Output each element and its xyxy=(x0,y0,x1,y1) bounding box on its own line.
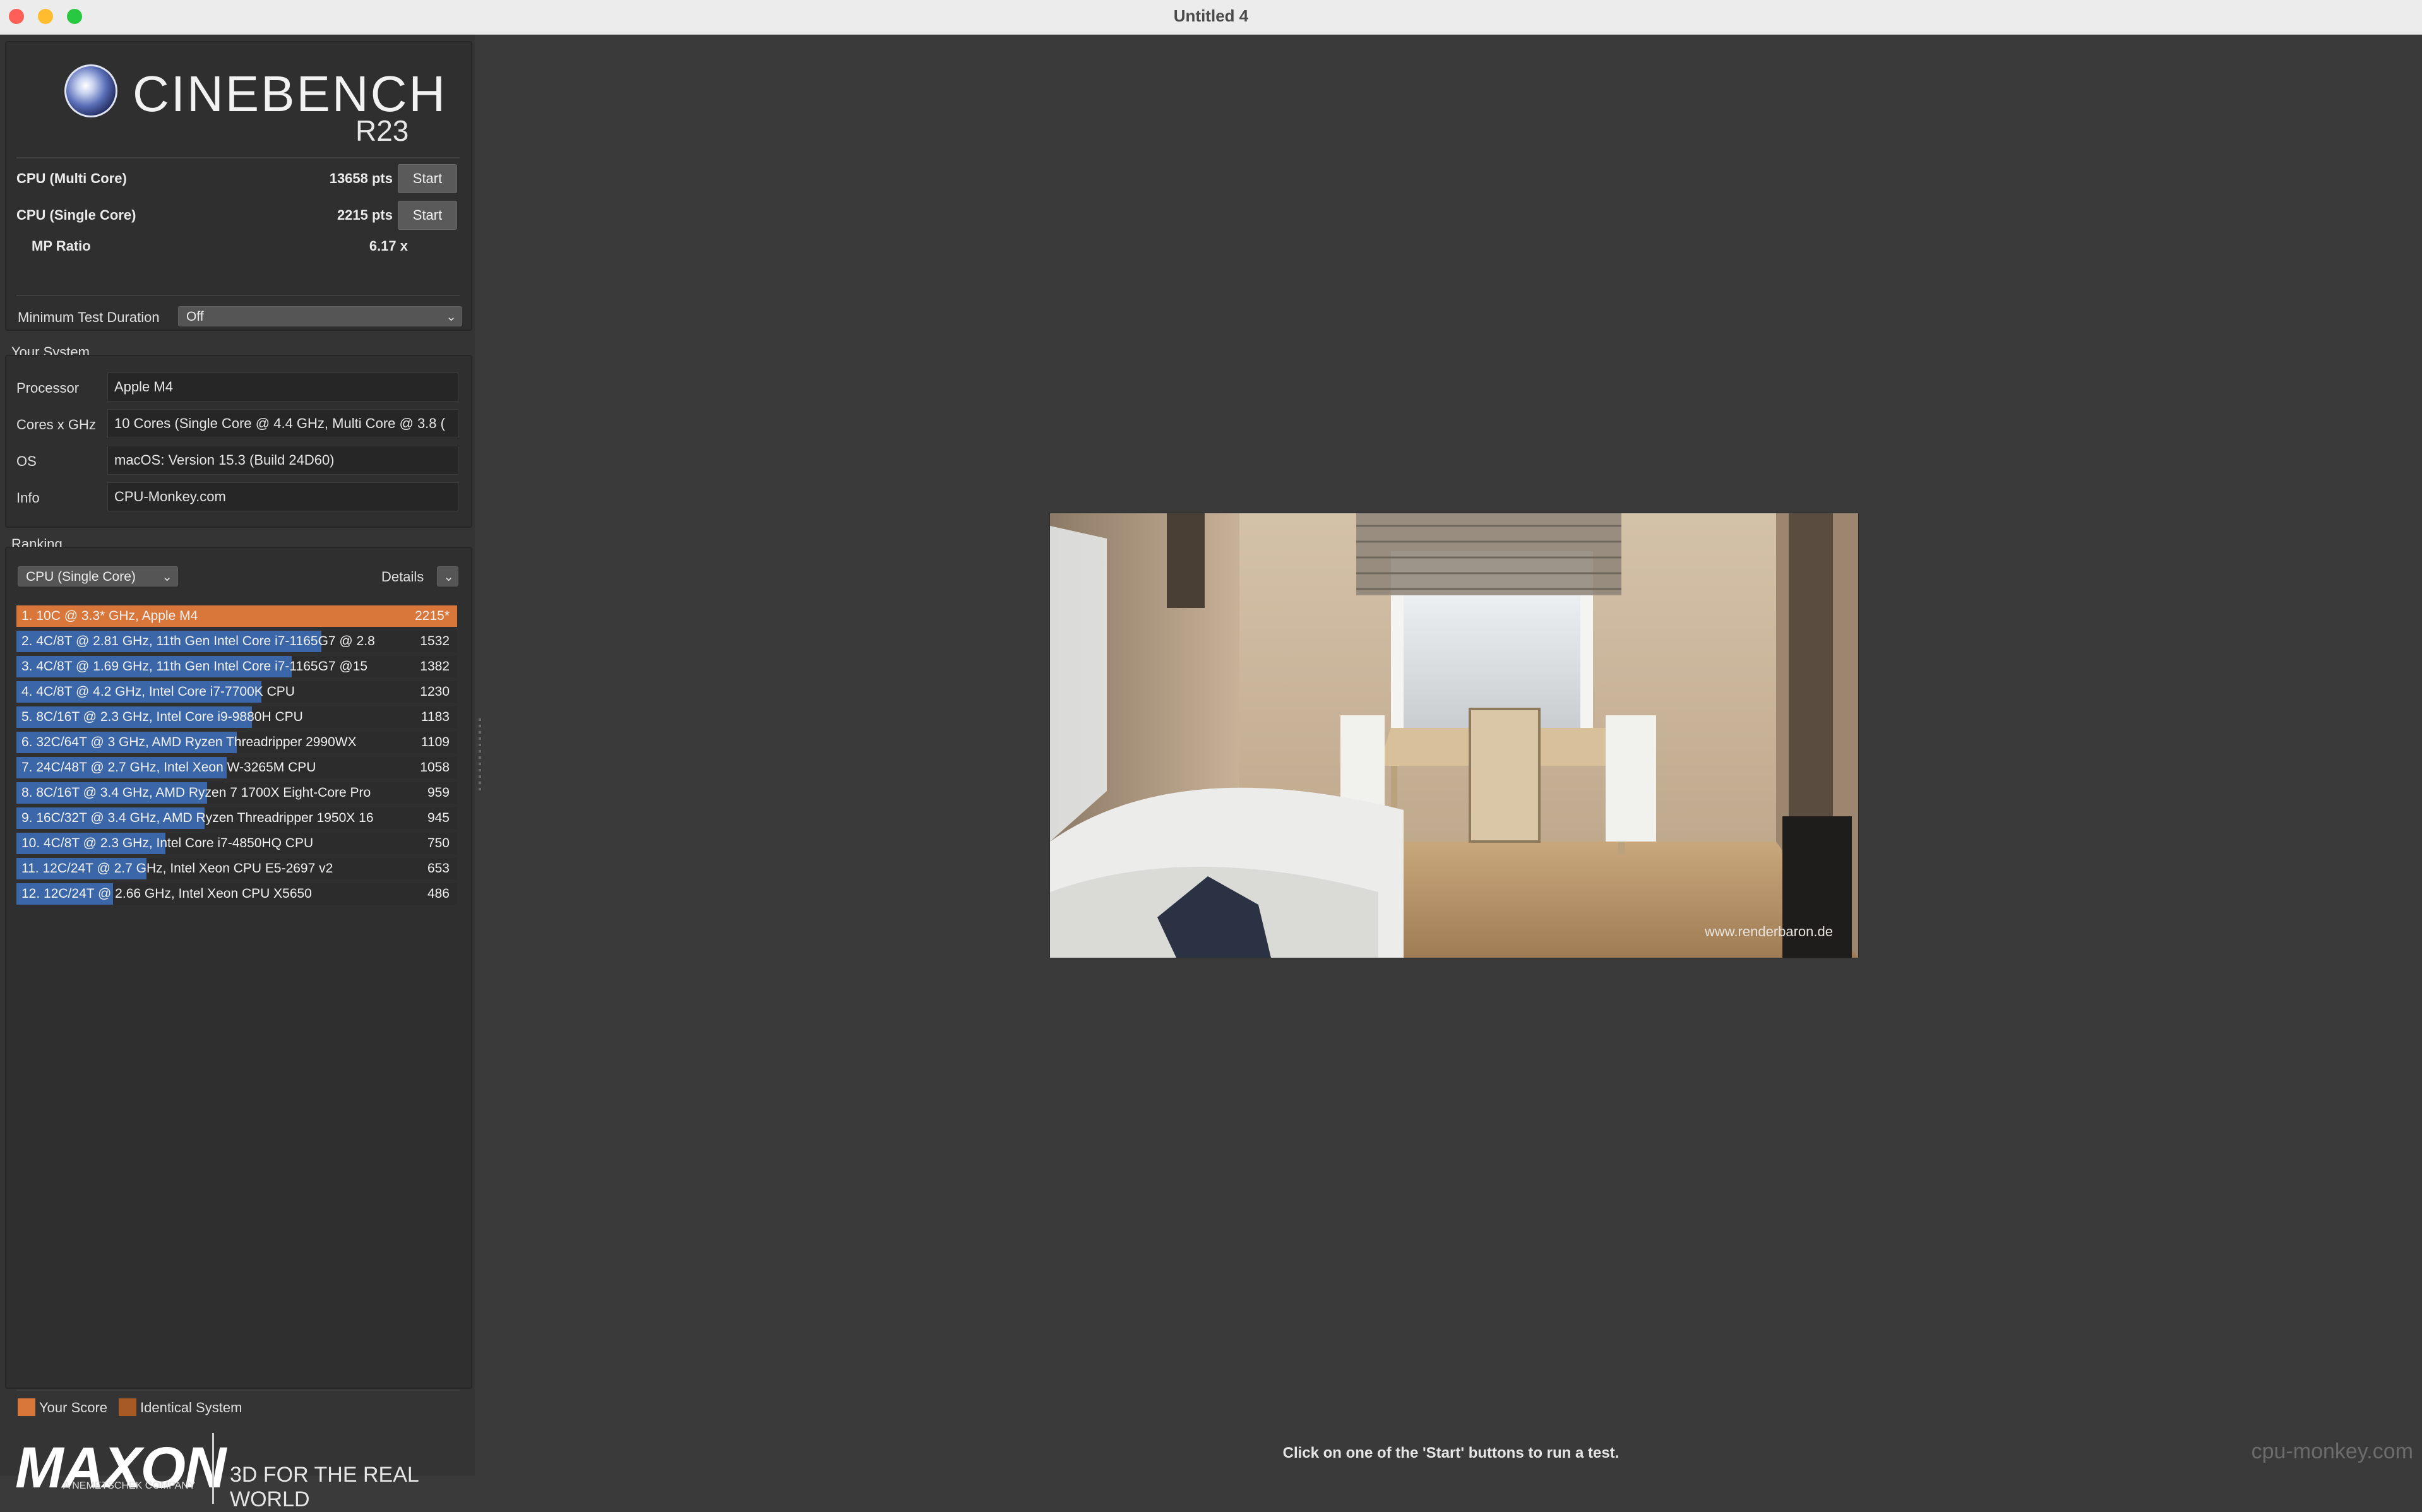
system-field-label: Cores x GHz xyxy=(16,417,96,432)
ranking-row-score: 653 xyxy=(427,861,450,876)
identical-system-legend: Identical System xyxy=(140,1400,242,1415)
ranking-type-value: CPU (Single Core) xyxy=(26,569,136,584)
system-field-label: OS xyxy=(16,453,37,469)
ranking-row-score: 1109 xyxy=(421,735,450,749)
ranking-row-label: 7. 24C/48T @ 2.7 GHz, Intel Xeon W-3265M… xyxy=(21,760,316,775)
maxon-tagline: 3D FOR THE REAL WORLD xyxy=(230,1463,419,1511)
title-bar: Untitled 4 xyxy=(0,0,2422,35)
status-message: Click on one of the 'Start' buttons to r… xyxy=(1282,1444,1620,1461)
identical-system-swatch xyxy=(119,1398,136,1416)
mp-ratio-value: 6.17 x xyxy=(369,238,408,254)
ranking-row-label: 6. 32C/64T @ 3 GHz, AMD Ryzen Threadripp… xyxy=(21,735,357,749)
benchmark-panel: CINEBENCH R23 CPU (Multi Core) 13658 pts… xyxy=(5,41,472,331)
min-duration-value: Off xyxy=(186,309,204,324)
ranking-row[interactable]: 1. 10C @ 3.3* GHz, Apple M4 2215* xyxy=(16,605,457,627)
single-core-start-button[interactable]: Start xyxy=(398,201,457,230)
single-core-score: 2215 pts xyxy=(337,207,393,223)
ranking-type-select[interactable]: CPU (Single Core) ⌄ xyxy=(18,566,178,586)
ranking-row[interactable]: 6. 32C/64T @ 3 GHz, AMD Ryzen Threadripp… xyxy=(16,732,457,753)
ranking-row-label: 12. 12C/24T @ 2.66 GHz, Intel Xeon CPU X… xyxy=(21,886,312,901)
render-watermark: www.renderbaron.de xyxy=(1704,924,1833,939)
chevron-down-icon: ⌄ xyxy=(446,310,456,324)
ranking-row-score: 750 xyxy=(427,836,450,850)
mp-ratio-label: MP Ratio xyxy=(32,238,91,254)
ranking-row-score: 1382 xyxy=(420,659,450,674)
processor-field[interactable]: Apple M4 xyxy=(107,372,458,402)
your-score-swatch xyxy=(18,1398,35,1416)
system-field-label: Processor xyxy=(16,380,80,396)
ranking-row-label: 1. 10C @ 3.3* GHz, Apple M4 xyxy=(21,609,198,623)
os-field[interactable]: macOS: Version 15.3 (Build 24D60) xyxy=(107,446,458,475)
cores-field[interactable]: 10 Cores (Single Core @ 4.4 GHz, Multi C… xyxy=(107,409,458,438)
app-version: R23 xyxy=(355,114,409,147)
ranking-row[interactable]: 4. 4C/8T @ 4.2 GHz, Intel Core i7-7700K … xyxy=(16,681,457,703)
ranking-row-label: 2. 4C/8T @ 2.81 GHz, 11th Gen Intel Core… xyxy=(21,634,375,648)
multi-core-label: CPU (Multi Core) xyxy=(16,170,127,186)
ranking-row[interactable]: 2. 4C/8T @ 2.81 GHz, 11th Gen Intel Core… xyxy=(16,631,457,652)
divider xyxy=(16,1390,460,1391)
divider xyxy=(16,295,460,296)
your-score-legend: Your Score xyxy=(39,1400,108,1415)
left-sidebar: CINEBENCH R23 CPU (Multi Core) 13658 pts… xyxy=(0,35,475,1511)
min-duration-select[interactable]: Off ⌄ xyxy=(178,306,462,326)
ranking-row-score: 1058 xyxy=(420,760,450,775)
chevron-down-icon: ⌄ xyxy=(162,570,172,584)
ranking-row-score: 2215* xyxy=(415,609,450,623)
ranking-row-score: 959 xyxy=(427,785,450,800)
ranking-row-label: 4. 4C/8T @ 4.2 GHz, Intel Core i7-7700K … xyxy=(21,684,295,699)
cinebench-logo-icon xyxy=(64,64,117,117)
chevron-down-icon: ⌄ xyxy=(443,570,454,584)
divider xyxy=(16,157,460,158)
ranking-panel: CPU (Single Core) ⌄ Details ⌄ 1. 10C @ 3… xyxy=(5,547,472,1416)
info-field[interactable]: CPU-Monkey.com xyxy=(107,482,458,511)
ranking-row-label: 10. 4C/8T @ 2.3 GHz, Intel Core i7-4850H… xyxy=(21,836,314,850)
ranking-row-label: 9. 16C/32T @ 3.4 GHz, AMD Ryzen Threadri… xyxy=(21,811,374,825)
ranking-row[interactable]: 10. 4C/8T @ 2.3 GHz, Intel Core i7-4850H… xyxy=(16,833,457,854)
render-preview-image: www.renderbaron.de xyxy=(1049,513,1859,958)
details-toggle-button[interactable]: ⌄ xyxy=(437,566,458,586)
details-label: Details xyxy=(381,569,424,585)
divider xyxy=(212,1433,214,1504)
maxon-subtitle: A NEMETSCHEK COMPANY xyxy=(63,1480,196,1491)
single-core-label: CPU (Single Core) xyxy=(16,207,136,223)
ranking-row[interactable]: 5. 8C/16T @ 2.3 GHz, Intel Core i9-9880H… xyxy=(16,706,457,728)
ranking-row-score: 486 xyxy=(427,886,450,901)
ranking-row-label: 8. 8C/16T @ 3.4 GHz, AMD Ryzen 7 1700X E… xyxy=(21,785,371,800)
ranking-row[interactable]: 3. 4C/8T @ 1.69 GHz, 11th Gen Intel Core… xyxy=(16,656,457,677)
ranking-row[interactable]: 7. 24C/48T @ 2.7 GHz, Intel Xeon W-3265M… xyxy=(16,757,457,778)
ranking-row[interactable]: 12. 12C/24T @ 2.66 GHz, Intel Xeon CPU X… xyxy=(16,883,457,905)
ranking-row-label: 11. 12C/24T @ 2.7 GHz, Intel Xeon CPU E5… xyxy=(21,861,333,876)
ranking-row-label: 3. 4C/8T @ 1.69 GHz, 11th Gen Intel Core… xyxy=(21,659,368,674)
window-title: Untitled 4 xyxy=(1173,6,1249,25)
ranking-row-score: 1230 xyxy=(420,684,450,699)
ranking-row[interactable]: 11. 12C/24T @ 2.7 GHz, Intel Xeon CPU E5… xyxy=(16,858,457,879)
ranking-row-score: 1532 xyxy=(420,634,450,648)
ranking-row-label: 5. 8C/16T @ 2.3 GHz, Intel Core i9-9880H… xyxy=(21,710,303,724)
ranking-row-score: 1183 xyxy=(421,710,450,724)
ranking-row-score: 945 xyxy=(427,811,450,825)
ranking-row[interactable]: 8. 8C/16T @ 3.4 GHz, AMD Ryzen 7 1700X E… xyxy=(16,782,457,804)
system-field-label: Info xyxy=(16,490,40,506)
room-scene-image: www.renderbaron.de xyxy=(1050,513,1858,958)
your-system-panel: Processor Apple M4 Cores x GHz 10 Cores … xyxy=(5,355,472,528)
site-watermark: cpu-monkey.com xyxy=(2251,1439,2413,1463)
min-duration-label: Minimum Test Duration xyxy=(18,309,160,325)
splitter-handle[interactable] xyxy=(479,718,481,794)
ranking-row[interactable]: 9. 16C/32T @ 3.4 GHz, AMD Ryzen Threadri… xyxy=(16,807,457,829)
multi-core-start-button[interactable]: Start xyxy=(398,164,457,193)
multi-core-score: 13658 pts xyxy=(329,170,393,186)
